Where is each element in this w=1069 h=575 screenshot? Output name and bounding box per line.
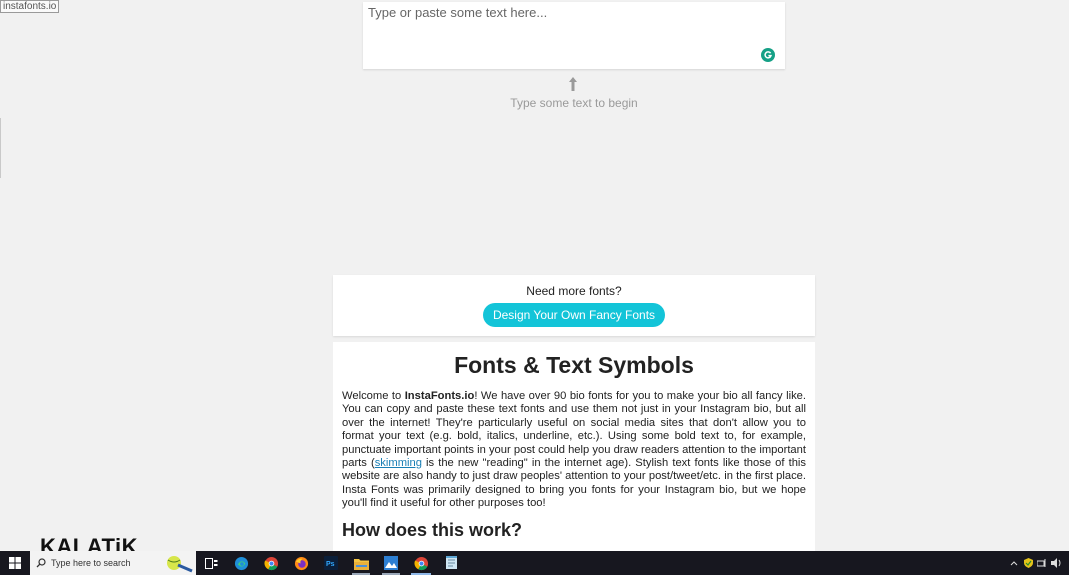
magnifier-icon <box>36 558 46 568</box>
edge-icon[interactable] <box>226 551 256 575</box>
article-title: Fonts & Text Symbols <box>454 352 694 378</box>
security-shield-icon[interactable] <box>1021 551 1035 575</box>
article-panel: Fonts & Text Symbols Welcome to InstaFon… <box>333 342 815 551</box>
chevron-up-icon[interactable] <box>1007 551 1021 575</box>
design-fonts-button[interactable]: Design Your Own Fancy Fonts <box>482 303 666 327</box>
brand-name: InstaFonts.io <box>404 390 475 402</box>
taskbar-search-placeholder: Type here to search <box>51 558 131 568</box>
text-input-box[interactable] <box>363 2 785 69</box>
search-highlight-icon <box>167 556 193 573</box>
up-arrow-icon <box>569 77 577 91</box>
taskbar: Type here to search Ps <box>0 551 1069 575</box>
article-intro: Welcome to InstaFonts.io! We have over 9… <box>342 390 807 510</box>
volume-icon[interactable] <box>1049 551 1063 575</box>
left-edge-divider <box>0 118 1 178</box>
promo-panel: Need more fonts? Design Your Own Fancy F… <box>333 275 815 336</box>
file-explorer-icon[interactable] <box>346 551 376 575</box>
site-badge: instafonts.io <box>0 0 60 13</box>
svg-text:Ps: Ps <box>326 561 335 568</box>
windows-icon[interactable] <box>0 551 30 575</box>
chrome-icon[interactable] <box>256 551 286 575</box>
text-input[interactable] <box>363 2 785 69</box>
promo-question: Need more fonts? <box>526 284 622 298</box>
network-icon[interactable] <box>1035 551 1049 575</box>
photoshop-icon[interactable]: Ps <box>316 551 346 575</box>
chrome-active-icon[interactable] <box>406 551 436 575</box>
grammarly-icon[interactable] <box>761 48 775 62</box>
notepad-icon[interactable] <box>436 551 466 575</box>
task-view-icon[interactable] <box>196 551 226 575</box>
taskbar-search[interactable]: Type here to search <box>30 551 196 575</box>
photos-icon[interactable] <box>376 551 406 575</box>
begin-hint: Type some text to begin <box>510 96 638 110</box>
how-it-works-heading: How does this work? <box>342 519 523 540</box>
firefox-icon[interactable] <box>286 551 316 575</box>
skimming-link[interactable]: skimming <box>375 457 422 469</box>
system-tray <box>1007 551 1069 575</box>
